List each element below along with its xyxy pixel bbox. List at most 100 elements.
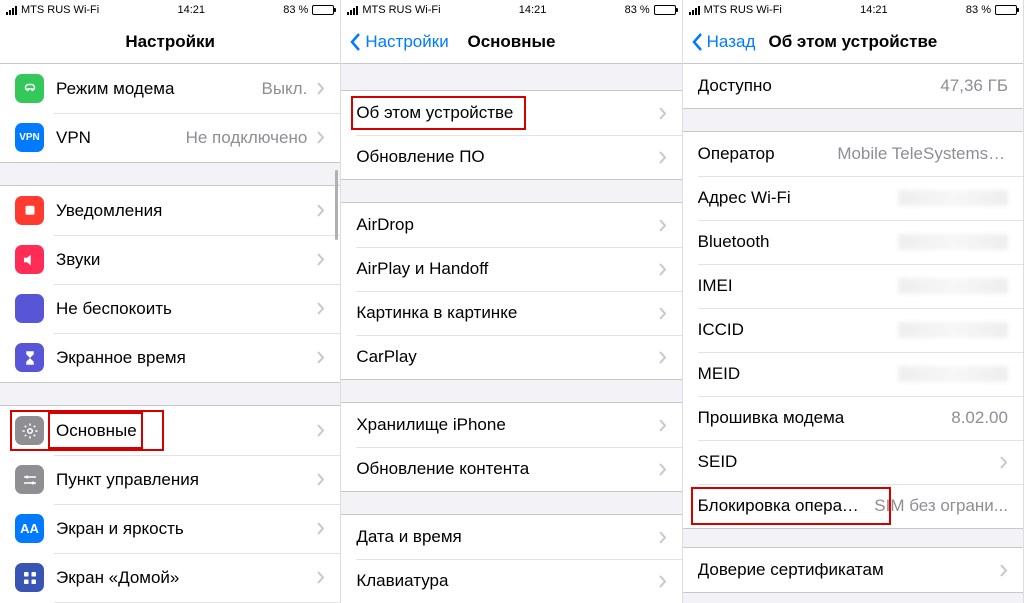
row-notifications[interactable]: Уведомления [0, 186, 340, 235]
row-screentime[interactable]: Экранное время [0, 333, 340, 382]
chevron-right-icon [659, 575, 667, 588]
row-carplay[interactable]: CarPlay [341, 335, 681, 379]
row-label: Экран и яркость [56, 519, 307, 539]
battery-percent: 83 % [966, 4, 991, 16]
chevron-right-icon [659, 263, 667, 276]
row-value: SIM без ограни... [874, 496, 1008, 516]
row-datetime[interactable]: Дата и время [341, 515, 681, 559]
gear-icon [15, 416, 44, 445]
battery-percent: 83 % [625, 4, 650, 16]
row-label: AirDrop [356, 215, 648, 235]
settings-list[interactable]: Режим модема Выкл. VPN VPN Не подключено… [0, 64, 340, 603]
row-label: Картинка в картинке [356, 303, 648, 323]
status-bar: MTS RUS Wi-Fi 14:21 83 % [341, 0, 681, 20]
row-general[interactable]: Основные [0, 406, 340, 455]
row-label: SEID [698, 452, 990, 472]
chevron-right-icon [317, 522, 325, 535]
row-certificate-trust[interactable]: Доверие сертификатам [683, 548, 1023, 592]
page-title: Настройки [125, 32, 215, 52]
chevron-right-icon [317, 351, 325, 364]
blurred-value [898, 322, 1008, 338]
chevron-right-icon [659, 151, 667, 164]
row-label: VPN [56, 128, 178, 148]
blurred-value [898, 234, 1008, 250]
row-control-center[interactable]: Пункт управления [0, 455, 340, 504]
settings-screen: MTS RUS Wi-Fi 14:21 83 % Настройки Режим… [0, 0, 341, 603]
row-software-update[interactable]: Обновление ПО [341, 135, 681, 179]
link-icon [15, 74, 44, 103]
signal-icon [6, 6, 17, 15]
row-label: Пункт управления [56, 470, 307, 490]
clock: 14:21 [860, 4, 888, 16]
row-label: IMEI [698, 276, 898, 296]
row-seid[interactable]: SEID [683, 440, 1023, 484]
chevron-right-icon [1000, 456, 1008, 469]
row-label: Bluetooth [698, 232, 898, 252]
row-vpn[interactable]: VPN VPN Не подключено [0, 113, 340, 162]
row-pip[interactable]: Картинка в картинке [341, 291, 681, 335]
battery-icon [312, 5, 334, 15]
sliders-icon [15, 465, 44, 494]
row-bluetooth: Bluetooth [683, 220, 1023, 264]
row-about[interactable]: Об этом устройстве [341, 91, 681, 135]
row-background-refresh[interactable]: Обновление контента [341, 447, 681, 491]
grid-icon [15, 563, 44, 592]
row-dnd[interactable]: Не беспокоить [0, 284, 340, 333]
vpn-icon: VPN [15, 123, 44, 152]
general-list[interactable]: Об этом устройстве Обновление ПО AirDrop… [341, 64, 681, 603]
back-label: Назад [707, 32, 756, 52]
row-keyboard[interactable]: Клавиатура [341, 559, 681, 603]
row-label: Обновление контента [356, 459, 648, 479]
row-hotspot[interactable]: Режим модема Выкл. [0, 64, 340, 113]
chevron-right-icon [317, 302, 325, 315]
status-bar: MTS RUS Wi-Fi 14:21 83 % [0, 0, 340, 20]
nav-bar: Настройки [0, 20, 340, 64]
chevron-right-icon [317, 424, 325, 437]
general-screen: MTS RUS Wi-Fi 14:21 83 % Настройки Основ… [341, 0, 682, 603]
carrier-label: MTS RUS Wi-Fi [704, 4, 782, 16]
scrollbar[interactable] [335, 170, 338, 240]
chevron-right-icon [659, 107, 667, 120]
row-label: Оператор [698, 144, 830, 164]
row-label: MEID [698, 364, 898, 384]
row-storage[interactable]: Хранилище iPhone [341, 403, 681, 447]
back-button[interactable]: Назад [691, 32, 756, 52]
clock: 14:21 [519, 4, 547, 16]
page-title: Основные [467, 32, 555, 52]
row-sounds[interactable]: Звуки [0, 235, 340, 284]
row-label: Звуки [56, 250, 307, 270]
hourglass-icon [15, 343, 44, 372]
row-label: Доверие сертификатам [698, 560, 990, 580]
row-value: Mobile TeleSystems 41.7.9 [837, 144, 1008, 164]
row-display[interactable]: AA Экран и яркость [0, 504, 340, 553]
row-iccid: ICCID [683, 308, 1023, 352]
row-airplay[interactable]: AirPlay и Handoff [341, 247, 681, 291]
chevron-right-icon [317, 131, 325, 144]
back-label: Настройки [365, 32, 448, 52]
bell-icon [15, 196, 44, 225]
row-home[interactable]: Экран «Домой» [0, 553, 340, 602]
row-imei: IMEI [683, 264, 1023, 308]
row-value: Выкл. [261, 79, 307, 99]
row-label: Дата и время [356, 527, 648, 547]
speaker-icon [15, 245, 44, 274]
row-value: 8.02.00 [951, 408, 1008, 428]
chevron-right-icon [659, 531, 667, 544]
about-list[interactable]: Доступно 47,36 ГБ Оператор Mobile TeleSy… [683, 64, 1023, 603]
chevron-right-icon [317, 571, 325, 584]
row-label: Доступно [698, 76, 933, 96]
chevron-right-icon [317, 204, 325, 217]
battery-icon [995, 5, 1017, 15]
row-wifi-address: Адрес Wi-Fi [683, 176, 1023, 220]
blurred-value [898, 190, 1008, 206]
back-button[interactable]: Настройки [349, 32, 448, 52]
battery-icon [654, 5, 676, 15]
battery-percent: 83 % [283, 4, 308, 16]
nav-bar: Настройки Основные [341, 20, 681, 64]
moon-icon [15, 294, 44, 323]
row-value: Не подключено [186, 128, 308, 148]
row-label: Не беспокоить [56, 299, 307, 319]
row-modem-firmware: Прошивка модема 8.02.00 [683, 396, 1023, 440]
row-airdrop[interactable]: AirDrop [341, 203, 681, 247]
status-bar: MTS RUS Wi-Fi 14:21 83 % [683, 0, 1023, 20]
